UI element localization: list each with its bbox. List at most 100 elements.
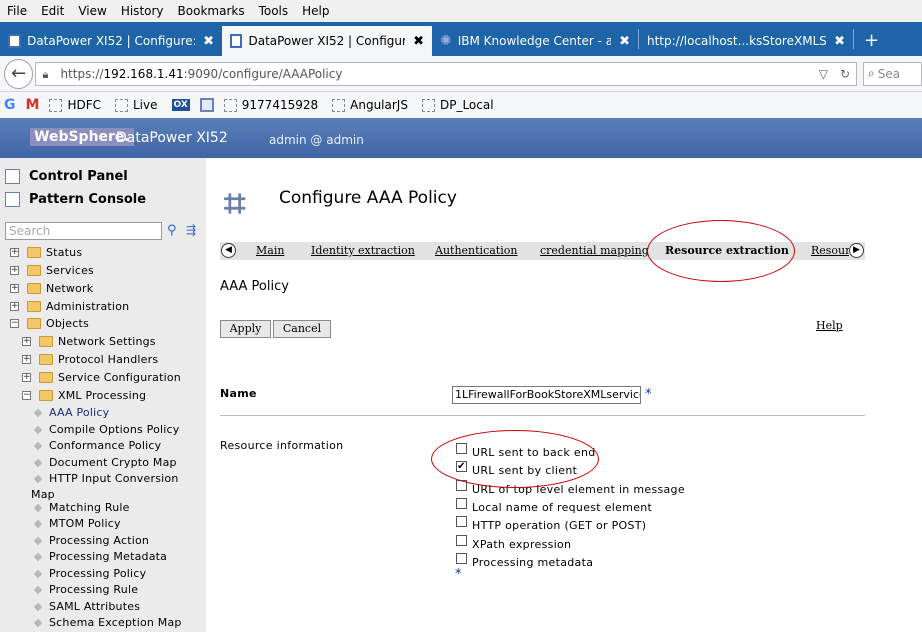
expand-icon[interactable]: + [10,284,19,293]
checkbox-url-sent-by-client[interactable]: ✔ URL sent by client [456,461,578,477]
tree-item-objects[interactable]: − Objects [10,317,89,330]
bookmark-ox[interactable]: OX [171,99,190,111]
menu-help[interactable]: Help [295,0,336,22]
tree-item-aaa-policy[interactable]: AAA Policy [33,406,109,419]
tree-item-processing-policy[interactable]: Processing Policy [33,567,146,580]
collapse-icon[interactable]: − [22,391,31,400]
tree-item-http-input-conversion[interactable]: HTTP Input Conversion [33,472,179,485]
checkbox[interactable] [456,443,467,454]
menu-edit[interactable]: Edit [34,0,71,22]
tree-item-processing-metadata[interactable]: Processing Metadata [33,550,167,563]
tree-item-network-settings[interactable]: + Network Settings [22,335,156,348]
folder-icon [27,301,41,312]
tree-item-compile-options-policy[interactable]: Compile Options Policy [33,423,179,436]
checkbox-url-of-top-level-element[interactable]: URL of top level element in message [456,480,685,496]
folder-icon [27,247,41,258]
tree-item-label: Network [46,282,94,295]
bookmark-datapower[interactable] [199,98,214,112]
pattern-console-link[interactable]: Pattern Console [5,192,146,207]
expand-icon[interactable]: + [10,248,19,257]
tab-resource-extraction[interactable]: Resource extraction [665,244,789,257]
tree-item-http-input-conversion-map[interactable]: Map [31,488,55,501]
bookmark-phone[interactable]: 9177415928 [223,98,318,112]
expand-icon[interactable]: + [22,355,31,364]
bookmark-hdfc[interactable]: HDFC [49,98,101,112]
control-panel-link[interactable]: Control Panel [5,169,128,184]
checkbox[interactable] [456,516,467,527]
tree-item-label: Matching Rule [49,501,130,514]
browser-tab-4[interactable]: http://localhost...ksStoreXMLSender ✖ [639,26,853,56]
close-tab-icon[interactable]: ✖ [405,34,424,49]
browser-tab-1[interactable]: DataPower XI52 | Configure: ... ✖ [0,26,222,56]
expand-icon[interactable]: + [22,337,31,346]
menu-history[interactable]: History [114,0,171,22]
checkbox[interactable] [456,553,467,564]
tab-scroll-right-icon[interactable]: ▶ [849,243,864,258]
tree-item-conformance-policy[interactable]: Conformance Policy [33,439,161,452]
tree-item-mtom-policy[interactable]: MTOM Policy [33,517,121,530]
tree-view-icon[interactable]: ⇶ [186,223,196,237]
tree-item-status[interactable]: + Status [10,246,82,259]
expand-icon[interactable]: + [10,302,19,311]
menu-tools[interactable]: Tools [252,0,296,22]
tree-item-processing-action[interactable]: Processing Action [33,534,149,547]
close-tab-icon[interactable]: ✖ [195,34,214,49]
name-input[interactable]: 1LFirewallForBookStoreXMLservice [452,386,641,404]
tree-item-saml-attributes[interactable]: SAML Attributes [33,600,140,613]
close-tab-icon[interactable]: ✖ [826,34,845,49]
tree-item-matching-rule[interactable]: Matching Rule [33,501,130,514]
collapse-icon[interactable]: − [10,319,19,328]
tree-item-services[interactable]: + Services [10,264,94,277]
tab-main[interactable]: Main [256,244,284,257]
menu-view[interactable]: View [71,0,113,22]
new-tab-button[interactable]: + [854,26,889,56]
url-bar[interactable]: 🔒︎ https:// 192.168.1.41 :9090/configure… [35,61,857,86]
checkbox-processing-metadata[interactable]: Processing metadata [456,553,593,569]
checkbox-url-sent-to-back-end[interactable]: URL sent to back end [456,443,596,459]
tree-item-xml-processing[interactable]: − XML Processing [22,389,146,402]
browser-tab-3[interactable]: ✺ IBM Knowledge Center - action ✖ [432,26,638,56]
checkbox-local-name-of-request-element[interactable]: Local name of request element [456,498,652,514]
navigation-search-input[interactable]: Search [5,222,162,240]
search-bar[interactable]: ⌕ Sea [863,61,922,86]
bookmark-live[interactable]: Live [114,98,158,112]
checkbox[interactable] [456,498,467,509]
tree-item-processing-rule[interactable]: Processing Rule [33,583,138,596]
checkbox[interactable] [456,480,467,491]
tab-identity-extraction[interactable]: Identity extraction [311,244,415,257]
tree-item-schema-exception-map[interactable]: Schema Exception Map [33,616,182,629]
apply-button[interactable]: Apply [220,320,271,338]
cancel-button[interactable]: Cancel [273,320,331,338]
bookmark-angularjs[interactable]: AngularJS [332,98,408,112]
tree-item-service-configuration[interactable]: + Service Configuration [22,371,181,384]
expand-icon[interactable]: + [22,373,31,382]
config-tab-bar: ◀ Main Identity extraction Authenticatio… [220,242,865,260]
checkbox-http-operation[interactable]: HTTP operation (GET or POST) [456,516,646,532]
checkbox-checked[interactable]: ✔ [456,461,467,472]
back-button[interactable]: ← [4,58,34,89]
checkbox-label: URL sent by client [472,464,578,477]
tree-item-protocol-handlers[interactable]: + Protocol Handlers [22,353,158,366]
help-link[interactable]: Help [816,319,843,332]
checkbox-xpath-expression[interactable]: XPath expression [456,535,571,551]
bookmark-gmail[interactable]: M [26,97,40,113]
bookmark-google[interactable]: G [4,97,16,113]
tab-resource-mapping[interactable]: Resourc [811,244,849,257]
close-tab-icon[interactable]: ✖ [611,34,630,49]
tree-item-label: Service Configuration [58,371,181,384]
tab-credential-mapping[interactable]: credential mapping [540,244,649,257]
bookmark-dp-local[interactable]: DP_Local [421,98,494,112]
tab-scroll-left-icon[interactable]: ◀ [221,243,236,258]
dropdown-arrow-icon[interactable]: ▽ [819,67,828,81]
menu-file[interactable]: File [0,0,34,22]
tree-item-document-crypto-map[interactable]: Document Crypto Map [33,456,177,469]
browser-tab-2[interactable]: DataPower XI52 | Configure: ... ✖ [222,26,432,56]
reload-icon[interactable]: ↻ [840,67,850,81]
expand-icon[interactable]: + [10,266,19,275]
menu-bookmarks[interactable]: Bookmarks [171,0,252,22]
search-icon[interactable]: ⚲ [167,223,177,238]
tree-item-administration[interactable]: + Administration [10,300,129,313]
tab-authentication[interactable]: Authentication [435,244,517,257]
checkbox[interactable] [456,535,467,546]
tree-item-network[interactable]: + Network [10,282,93,295]
